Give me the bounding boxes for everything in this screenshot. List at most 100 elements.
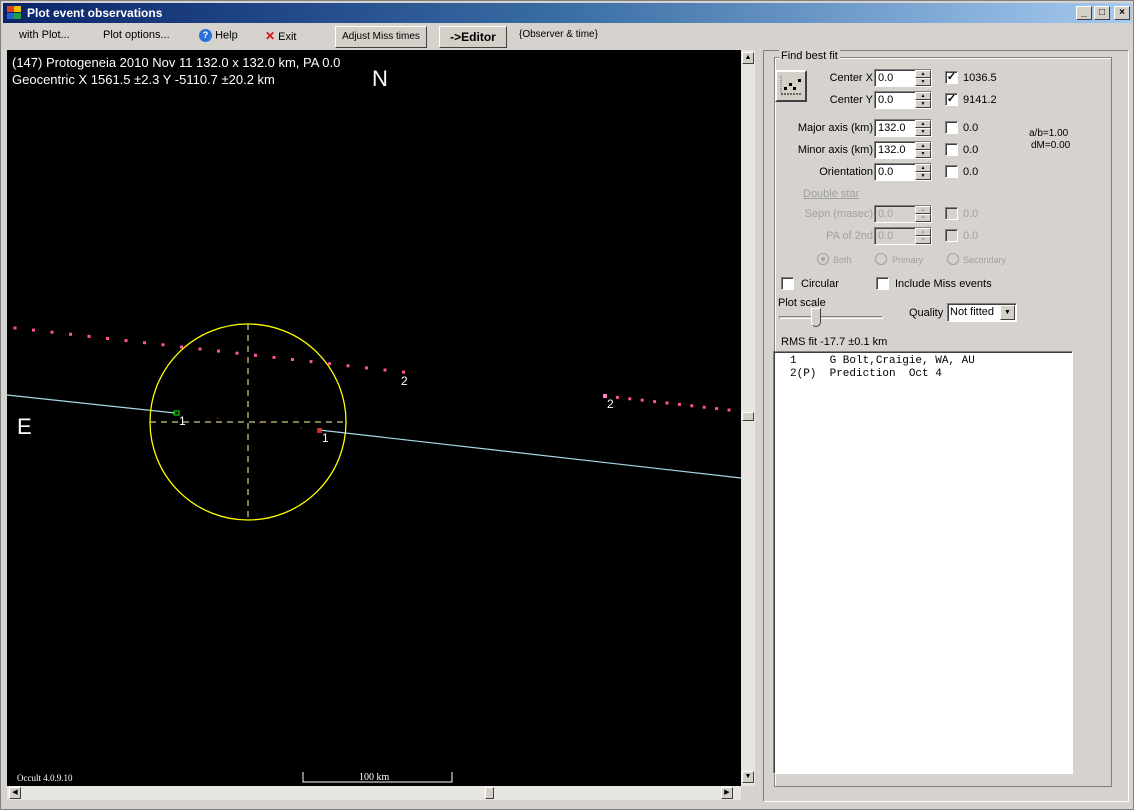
observer-time-label[interactable]: {Observer & time} [519, 29, 598, 40]
sepn-result: 0.0 [963, 208, 979, 220]
plot-graphics [7, 323, 741, 783]
slider-thumb[interactable] [811, 308, 821, 327]
list-item[interactable]: 1 G Bolt,Craigie, WA, AU [790, 355, 975, 367]
fit-button[interactable] [775, 70, 807, 102]
prediction-track-dot [690, 404, 694, 408]
sepn-spinner[interactable]: 0.0 ▲ ▼ [874, 205, 932, 223]
prediction-track-dot [69, 332, 72, 336]
scroll-right-button[interactable]: ▶ [721, 787, 733, 799]
chord-label-pred-left: 2 [401, 374, 408, 388]
major-axis-checkbox[interactable] [945, 121, 958, 134]
prediction-track-dot [328, 362, 331, 366]
spin-up-icon[interactable]: ▲ [915, 92, 931, 100]
dm-label: dM=0.00 [1031, 140, 1071, 151]
center-y-value: 0.0 [878, 94, 894, 106]
pa2-spinner[interactable]: 0.0 ▲ ▼ [874, 227, 932, 245]
spin-up-icon[interactable]: ▲ [915, 120, 931, 128]
arrow-right-icon: ▶ [724, 789, 730, 796]
orientation-spinner[interactable]: 0.0 ▲ ▼ [874, 163, 932, 181]
spin-down-icon[interactable]: ▼ [915, 150, 931, 158]
pa2-label: PA of 2nd [826, 230, 873, 242]
close-button[interactable]: × [1114, 6, 1130, 20]
minor-axis-spinner[interactable]: 132.0 ▲ ▼ [874, 141, 932, 159]
spin-down-icon[interactable]: ▼ [915, 172, 931, 180]
version-label: Occult 4.0.9.10 [17, 773, 73, 783]
vertical-scroll-thumb[interactable] [742, 412, 754, 421]
minor-axis-checkbox[interactable] [945, 143, 958, 156]
editor-button[interactable]: ->Editor [439, 26, 507, 48]
chord-label-pred-right: 2 [607, 397, 614, 411]
spin-up-icon[interactable]: ▲ [915, 70, 931, 78]
center-x-checkbox[interactable]: ✓ [945, 71, 958, 84]
event-plot-canvas[interactable]: (147) Protogeneia 2010 Nov 11 132.0 x 13… [7, 50, 741, 786]
arrow-up-icon: ▲ [744, 54, 752, 61]
spin-up-icon[interactable]: ▲ [915, 164, 931, 172]
scroll-up-button[interactable]: ▲ [742, 52, 754, 64]
prediction-track-dot [32, 328, 35, 332]
maximize-button[interactable]: □ [1094, 6, 1110, 20]
minimize-button[interactable]: _ [1076, 6, 1092, 20]
title-bar[interactable]: Plot event observations _ □ × [3, 3, 1132, 23]
help-label: Help [215, 29, 238, 42]
plot-scale-slider[interactable] [779, 308, 883, 328]
spin-down-icon[interactable]: ▼ [915, 78, 931, 86]
east-label: E [17, 414, 32, 439]
radio-primary[interactable] [875, 253, 887, 265]
radio-secondary[interactable] [947, 253, 959, 265]
center-y-checkbox[interactable]: ✓ [945, 93, 958, 106]
horizontal-scroll-thumb[interactable] [485, 787, 494, 799]
sepn-value: 0.0 [878, 208, 894, 220]
radio-both[interactable] [817, 253, 829, 265]
include-miss-label: Include Miss events [895, 278, 992, 290]
orientation-checkbox[interactable] [945, 165, 958, 178]
prediction-track-dot [615, 395, 619, 399]
plot-header-line2: Geocentric X 1561.5 ±2.3 Y -5110.7 ±20.2… [12, 72, 275, 87]
spin-down-icon[interactable]: ▼ [915, 100, 931, 108]
scroll-left-button[interactable]: ◀ [9, 787, 21, 799]
adjust-miss-times-button[interactable]: Adjust Miss times [335, 26, 427, 48]
prediction-track-dot [50, 330, 54, 334]
radio-secondary-label: Secondary [963, 255, 1007, 265]
maximize-icon: □ [1098, 7, 1106, 18]
orientation-label: Orientation [819, 166, 873, 178]
spin-up-icon[interactable]: ▲ [915, 206, 931, 214]
list-item[interactable]: 2(P) Prediction Oct 4 [790, 368, 942, 380]
spin-up-icon[interactable]: ▲ [915, 228, 931, 236]
spin-down-icon[interactable]: ▼ [915, 236, 931, 244]
major-axis-spinner[interactable]: 132.0 ▲ ▼ [874, 119, 932, 137]
prediction-track-dot [640, 398, 644, 402]
pa2-checkbox[interactable] [945, 229, 958, 242]
spin-down-icon[interactable]: ▼ [915, 214, 931, 222]
sepn-checkbox[interactable] [945, 207, 958, 220]
prediction-track-dot [346, 364, 350, 368]
menu-plot-options[interactable]: Plot options... [103, 29, 170, 41]
spin-up-icon[interactable]: ▲ [915, 142, 931, 150]
slider-track [779, 316, 883, 319]
prediction-track-dot [161, 343, 165, 347]
menu-with-plot[interactable]: with Plot... [19, 29, 70, 41]
spin-down-icon[interactable]: ▼ [915, 128, 931, 136]
prediction-track-dot [628, 397, 632, 401]
circular-label: Circular [801, 278, 839, 290]
prediction-track-dot [143, 341, 146, 345]
scroll-down-button[interactable]: ▼ [742, 771, 754, 783]
center-x-spinner[interactable]: 0.0 ▲ ▼ [874, 69, 932, 87]
chevron-down-icon[interactable]: ▼ [1000, 305, 1015, 320]
menu-exit[interactable]: ✕ Exit [265, 29, 296, 43]
center-y-spinner[interactable]: 0.0 ▲ ▼ [874, 91, 932, 109]
center-y-label: Center Y [829, 94, 873, 106]
plot-vertical-scrollbar[interactable]: ▲ ▼ [741, 50, 755, 786]
arrow-down-icon: ▼ [744, 773, 752, 780]
plot-horizontal-scrollbar[interactable]: ◀ ▶ [7, 786, 741, 800]
prediction-track-dot [715, 407, 719, 411]
menu-help[interactable]: ? Help [199, 29, 238, 42]
circular-checkbox[interactable] [781, 277, 794, 290]
exit-label: Exit [278, 31, 297, 43]
include-miss-checkbox[interactable] [876, 277, 889, 290]
ratio-label: a/b=1.00 [1029, 128, 1069, 139]
quality-select[interactable]: Not fitted ▼ [947, 303, 1017, 322]
observers-list[interactable]: 1 G Bolt,Craigie, WA, AU 2(P) Prediction… [773, 351, 1073, 774]
minor-axis-result: 0.0 [963, 144, 979, 156]
plot-event-observations-window: Plot event observations _ □ × with Plot.… [0, 0, 1134, 810]
rms-fit-label: RMS fit -17.7 ±0.1 km [781, 336, 888, 348]
